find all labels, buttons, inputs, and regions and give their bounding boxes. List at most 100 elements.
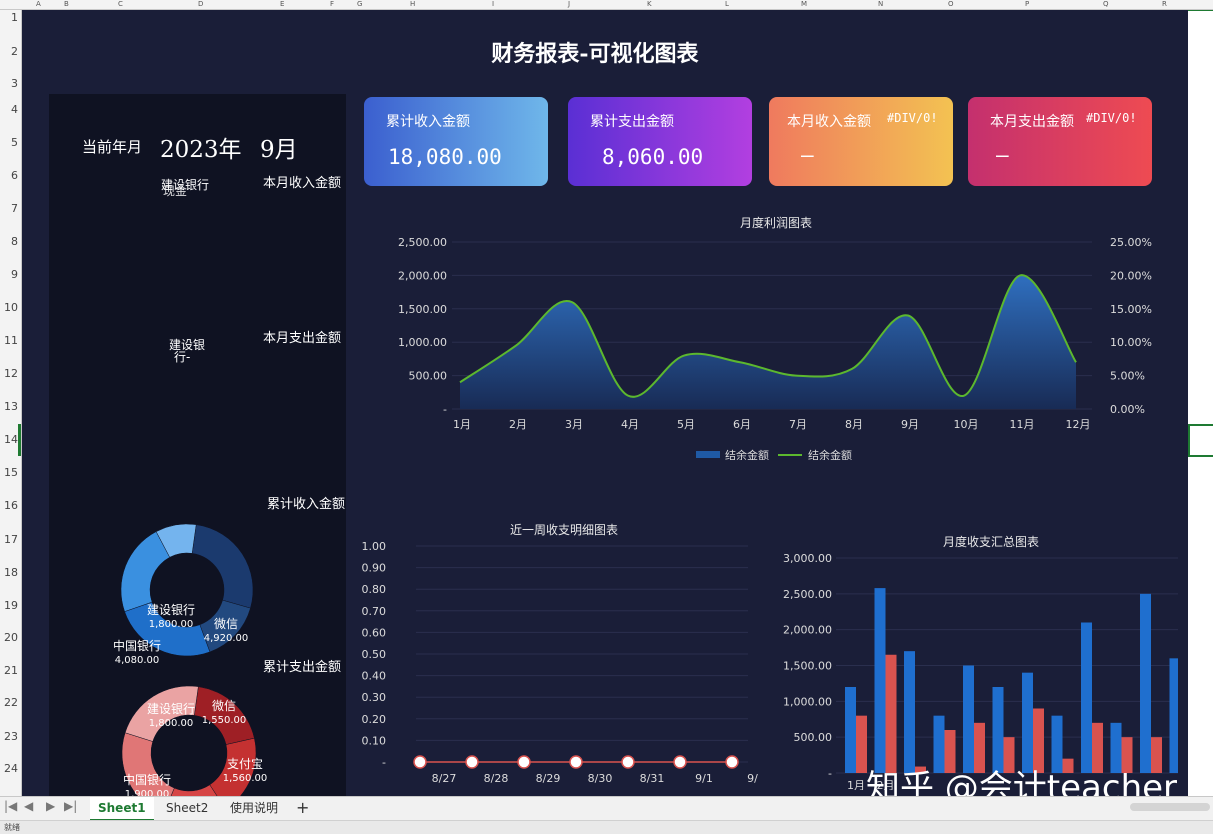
row-header[interactable]: 2 (0, 45, 18, 58)
row-header[interactable]: 12 (0, 367, 18, 380)
income-bar (845, 687, 856, 773)
tab-sheet1[interactable]: Sheet1 (90, 797, 154, 821)
add-sheet-button[interactable]: + (288, 797, 317, 819)
row-header[interactable]: 1 (0, 11, 18, 24)
weekly-point (413, 755, 427, 769)
card-month-expense[interactable]: 本月支出金额 #DIV/0! — (968, 97, 1152, 186)
column-header[interactable]: M (801, 0, 807, 9)
column-header[interactable]: J (568, 0, 570, 9)
x-tick-label: 9/1 (695, 772, 713, 785)
donut-slice (191, 524, 254, 609)
tab-instructions[interactable]: 使用说明 (222, 797, 286, 819)
row-header[interactable]: 16 (0, 499, 18, 512)
x-tick-label: 1月 (453, 418, 471, 431)
slice-value: 1,900.00 (125, 789, 170, 796)
column-header[interactable]: C (118, 0, 123, 9)
prev-sheet-icon[interactable]: ◀ (24, 799, 33, 813)
row-header[interactable]: 6 (0, 169, 18, 182)
row-header[interactable]: 23 (0, 730, 18, 743)
column-header[interactable]: B (64, 0, 69, 9)
column-header[interactable]: G (357, 0, 362, 9)
row-header[interactable]: 22 (0, 696, 18, 709)
row-header[interactable]: 13 (0, 400, 18, 413)
right-edge-cells (1188, 10, 1213, 796)
horizontal-scrollbar[interactable] (1130, 803, 1210, 811)
tab-sheet2[interactable]: Sheet2 (158, 797, 216, 819)
row-header[interactable]: 17 (0, 533, 18, 546)
row-header[interactable]: 8 (0, 235, 18, 248)
column-header[interactable]: D (198, 0, 203, 9)
weekly-detail-chart[interactable]: 近一周收支明细图表 1.00 0.90 0.80 0.70 0.60 0.50 0.40 0.3… (358, 508, 759, 788)
y-tick-label: 1.00 (362, 540, 387, 553)
dashboard-sheet[interactable]: 财务报表-可视化图表 当前年月 2023年 9月 本月收入金额 建设银行 现金 … (22, 10, 1188, 796)
column-header[interactable]: E (280, 0, 284, 9)
card-value: 18,080.00 (388, 145, 502, 169)
column-header[interactable]: K (647, 0, 652, 9)
row-header[interactable]: 11 (0, 334, 18, 347)
row-header[interactable]: 7 (0, 202, 18, 215)
empty-chart-label-d: 行- (174, 350, 191, 364)
row-header[interactable]: 24 (0, 762, 18, 775)
y-tick-label: 2,000.00 (398, 269, 447, 282)
first-sheet-icon[interactable]: |◀ (4, 799, 17, 813)
column-header[interactable]: Q (1103, 0, 1109, 9)
x-tick-label: 1月 (847, 779, 865, 790)
row-header[interactable]: 20 (0, 631, 18, 644)
slice-label: 中国银行 (113, 638, 161, 653)
column-header[interactable]: N (878, 0, 883, 9)
y-tick-label: 1,500.00 (783, 660, 832, 673)
y-tick-label: 500.00 (409, 370, 448, 383)
row-header[interactable]: 19 (0, 599, 18, 612)
expense-donut-chart[interactable]: 微信1,550.00支付宝1,560.00现金中国银行1,900.00建设银行1… (49, 666, 346, 796)
chart-title: 月度收支汇总图表 (943, 534, 1039, 549)
slice-value: 1,800.00 (149, 718, 194, 729)
monthly-summary-bar-chart[interactable]: 月度收支汇总图表 3,000.00 2,500.00 2,000.00 1,500.00… (758, 520, 1178, 790)
y-tick-label: 1,500.00 (398, 303, 447, 316)
slice-label: 建设银行 (147, 702, 195, 716)
row-header[interactable]: 18 (0, 566, 18, 579)
column-header[interactable]: A (36, 0, 41, 9)
last-sheet-icon[interactable]: ▶| (64, 799, 77, 813)
column-header[interactable]: O (948, 0, 954, 9)
income-donut-chart[interactable]: 微信4,920.00支付宝2,700.00现金4,580.00中国银行4,080… (49, 504, 346, 664)
x-tick-label: 4月 (621, 418, 639, 431)
card-error: #DIV/0! (887, 111, 938, 125)
chart-title: 近一周收支明细图表 (510, 523, 618, 537)
card-cum-expense[interactable]: 累计支出金额 8,060.00 (568, 97, 752, 186)
row-header[interactable]: 9 (0, 268, 18, 281)
column-header[interactable]: F (330, 0, 334, 9)
row-header[interactable]: 14 (0, 433, 18, 446)
slice-value: 4,080.00 (115, 655, 160, 664)
y-tick-label: - (828, 767, 832, 780)
slice-value: 4,920.00 (204, 633, 249, 644)
card-cum-income[interactable]: 累计收入金额 18,080.00 (364, 97, 548, 186)
x-tick-label: 5月 (677, 418, 695, 431)
row-header[interactable]: 3 (0, 77, 18, 90)
y-tick-label: 0.20 (362, 713, 387, 726)
income-bar (963, 665, 974, 773)
weekly-point (725, 755, 739, 769)
y-tick-label: 0.90 (362, 562, 387, 575)
column-header[interactable]: R (1162, 0, 1167, 9)
status-text: 就绪 (4, 823, 20, 832)
column-header[interactable]: H (410, 0, 415, 9)
card-month-income[interactable]: 本月收入金额 #DIV/0! — (769, 97, 953, 186)
report-title: 财务报表-可视化图表 (491, 41, 699, 67)
row-header[interactable]: 21 (0, 664, 18, 677)
row-header[interactable]: 10 (0, 301, 18, 314)
monthly-profit-chart[interactable]: 月度利润图表 2,500.00 2,000.00 1,500.00 1,000.00 50… (362, 200, 1152, 460)
active-cell-border[interactable] (1188, 424, 1213, 457)
weekly-point (465, 755, 479, 769)
column-header[interactable]: L (725, 0, 729, 9)
row-header[interactable]: 4 (0, 103, 18, 116)
next-sheet-icon[interactable]: ▶ (46, 799, 55, 813)
column-header[interactable]: I (492, 0, 494, 9)
column-header-bar: A B C D E F G H I J K L M N O P Q R (0, 0, 1213, 10)
row-header[interactable]: 15 (0, 466, 18, 479)
slice-label: 建设银行 (147, 603, 195, 617)
row-header[interactable]: 5 (0, 136, 18, 149)
column-header[interactable]: P (1025, 0, 1029, 9)
x-tick-label: 7月 (789, 418, 807, 431)
legend-area-label: 结余金额 (725, 448, 769, 460)
y-tick-label: 1,000.00 (783, 695, 832, 708)
